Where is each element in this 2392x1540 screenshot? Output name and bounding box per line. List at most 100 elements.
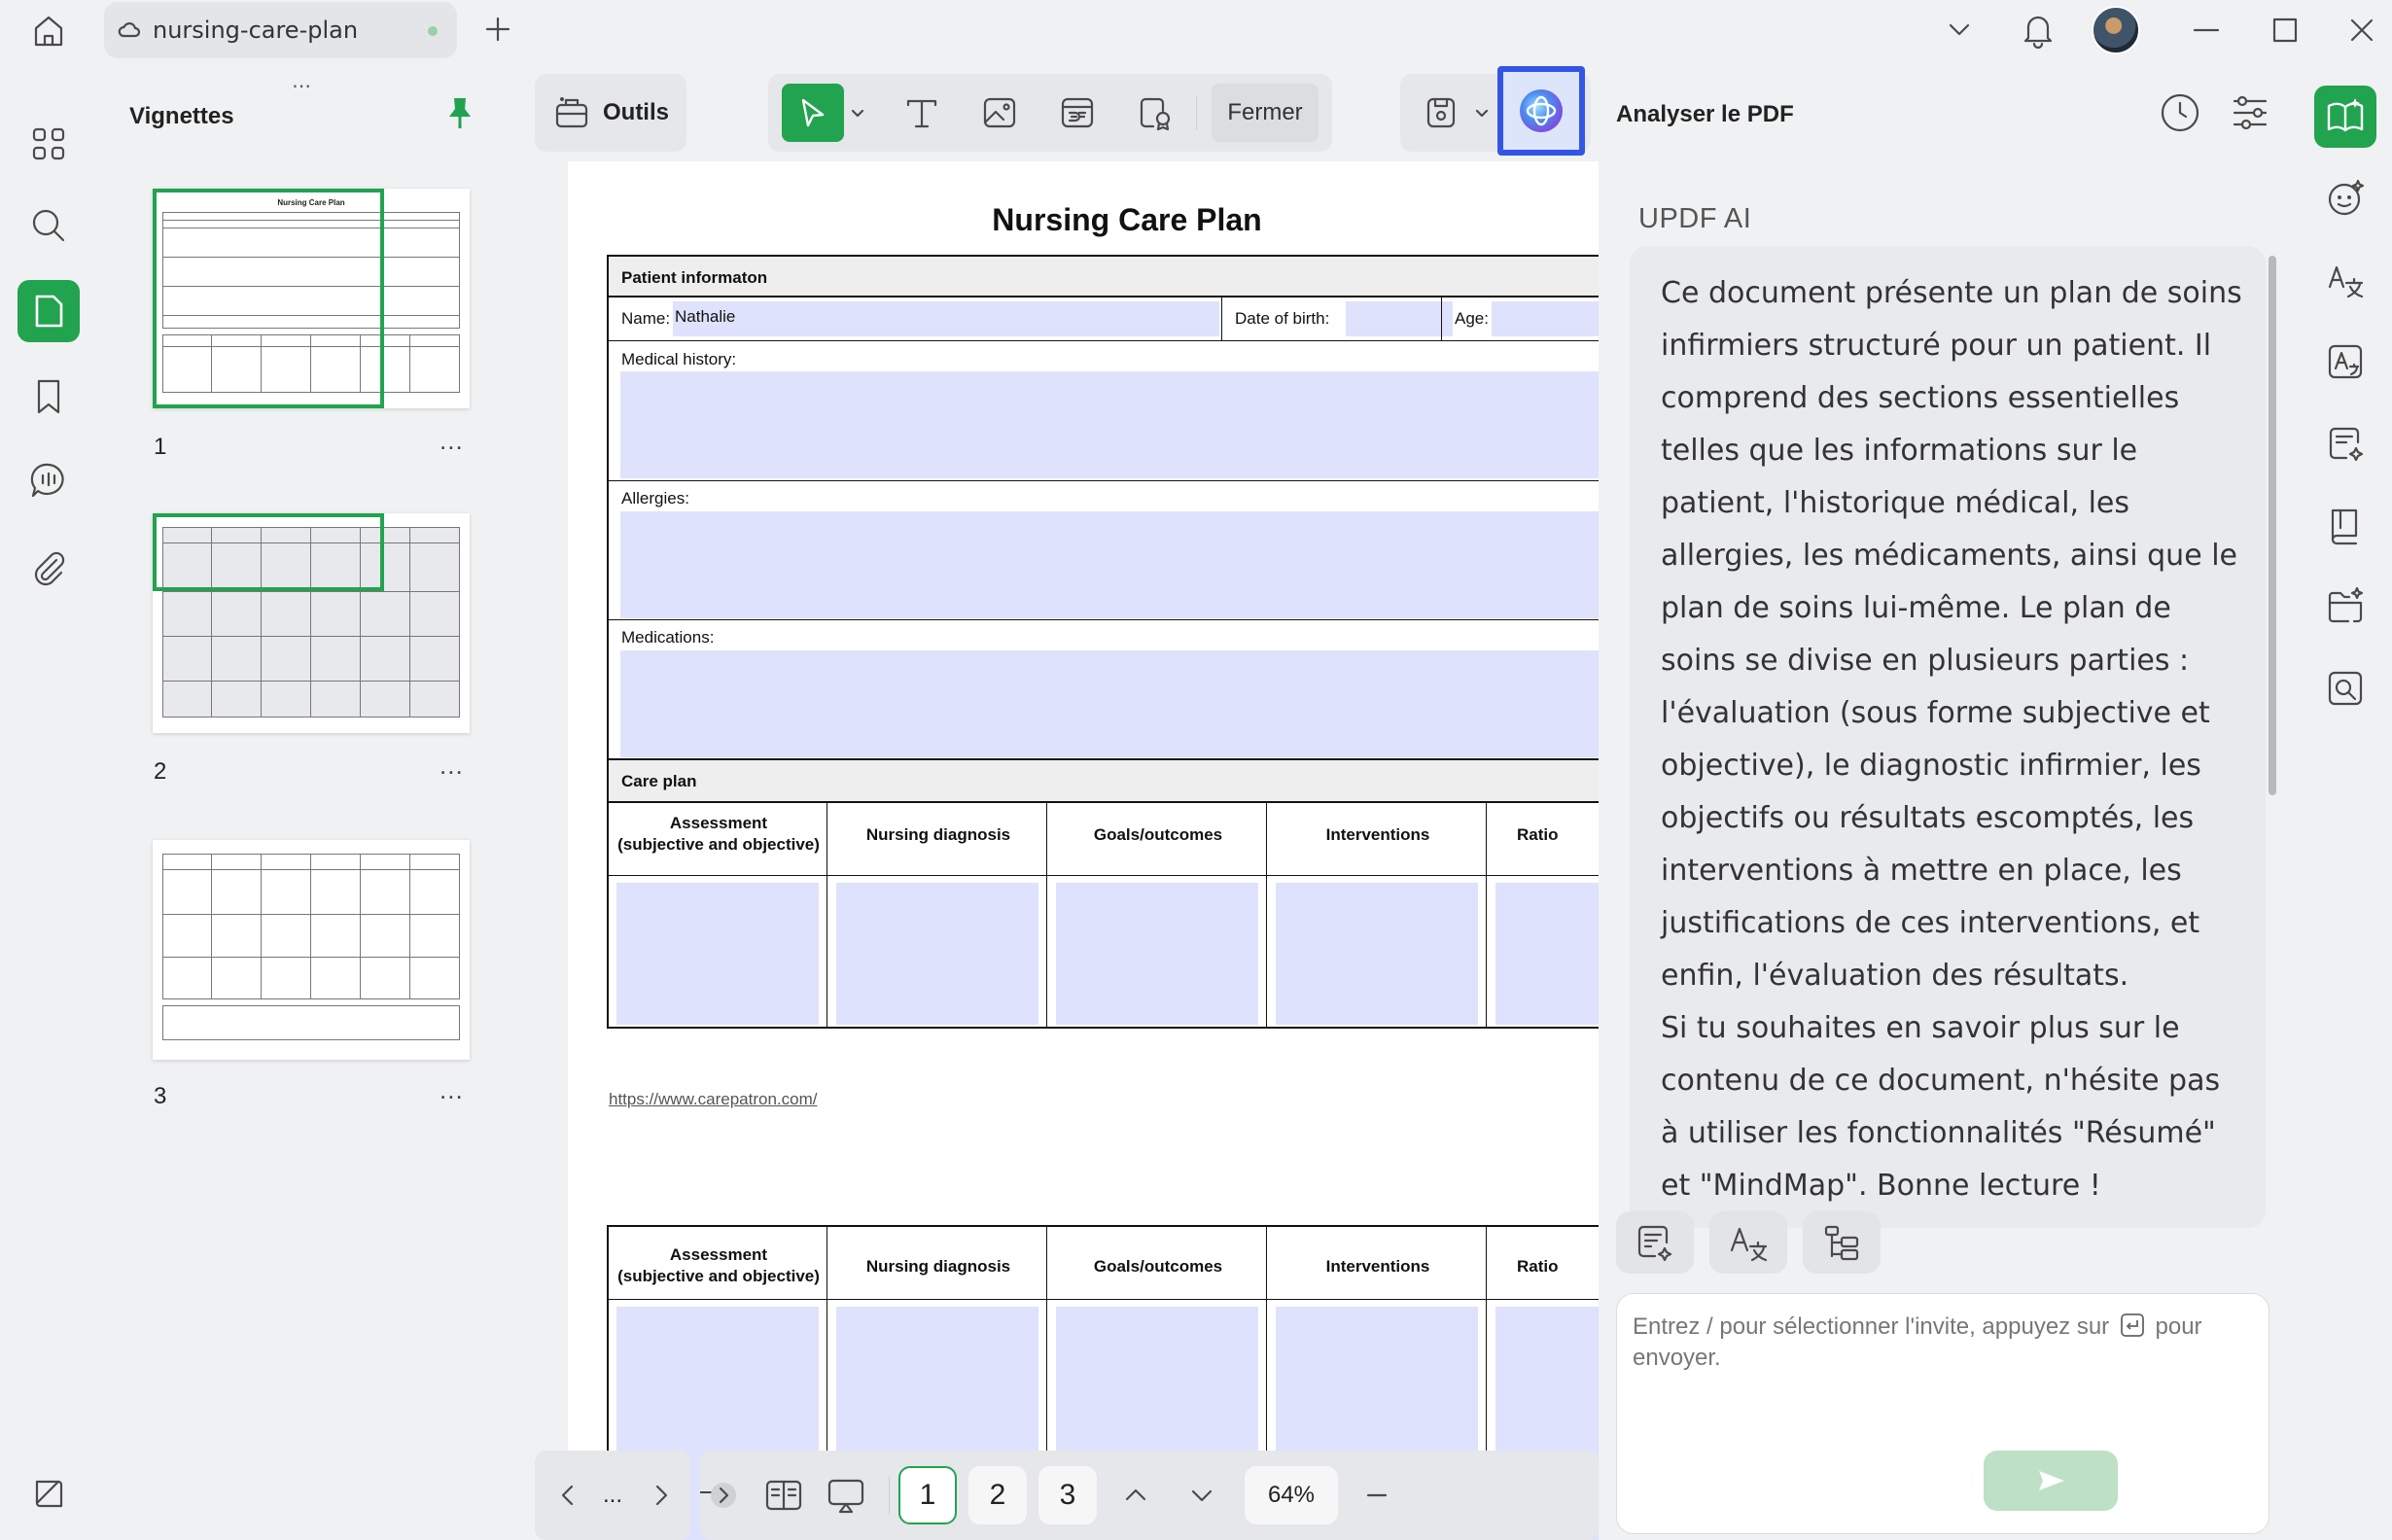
cloud-icon	[118, 22, 141, 38]
page-thumbnail-2[interactable]	[153, 513, 470, 733]
rationale-field[interactable]	[1495, 883, 1599, 1025]
ai-chat-icon[interactable]	[2314, 167, 2376, 229]
col-rationale: Ratio	[1517, 1257, 1559, 1276]
toolbox-icon	[555, 97, 588, 128]
close-window-icon[interactable]	[2345, 14, 2378, 47]
send-button[interactable]	[1984, 1451, 2118, 1511]
zoom-level[interactable]: 64%	[1245, 1466, 1338, 1524]
page-layout-button[interactable]	[755, 1466, 813, 1524]
circle-chevron-right-icon	[711, 1483, 736, 1508]
left-sidebar	[0, 66, 97, 1540]
chevron-down-icon[interactable]	[1945, 16, 1974, 45]
expand-toolbar-button[interactable]	[706, 1466, 741, 1524]
title-bar: nursing-care-plan	[0, 0, 2392, 60]
right-sidebar	[2295, 66, 2392, 1540]
chevron-right-icon	[655, 1485, 668, 1506]
reader-book-icon[interactable]	[2314, 494, 2376, 556]
document-tab[interactable]: nursing-care-plan	[104, 2, 457, 58]
ai-search-icon[interactable]	[2314, 657, 2376, 719]
translate-icon[interactable]	[2314, 249, 2376, 311]
scrollbar[interactable]	[2269, 256, 2276, 795]
age-field[interactable]	[1492, 301, 1599, 336]
translate-button[interactable]	[1709, 1211, 1787, 1274]
attachment-icon[interactable]	[18, 537, 80, 599]
minimize-icon[interactable]	[2190, 14, 2223, 47]
zoom-out-button[interactable]	[1348, 1466, 1406, 1524]
page-button-3[interactable]: 3	[1038, 1466, 1097, 1524]
name-field[interactable]	[673, 301, 1219, 336]
col-interventions: Interventions	[1325, 1257, 1430, 1276]
home-icon[interactable]	[26, 13, 71, 48]
medical-history-field[interactable]	[620, 371, 1599, 478]
mindmap-button[interactable]	[1803, 1211, 1881, 1274]
text-tool-button[interactable]	[893, 84, 951, 142]
user-avatar[interactable]	[2092, 6, 2140, 54]
apps-grid-icon[interactable]	[18, 113, 80, 175]
medications-label: Medications:	[621, 628, 715, 647]
folder-sparkle-icon[interactable]	[2314, 576, 2376, 638]
link-tool-button[interactable]	[1048, 84, 1107, 142]
viewport-indicator	[153, 189, 384, 408]
settings-sliders-icon[interactable]	[2229, 91, 2271, 134]
maximize-icon[interactable]	[2269, 14, 2302, 47]
save-button[interactable]	[1410, 84, 1472, 142]
select-tool-button[interactable]	[782, 84, 844, 142]
page-button-2[interactable]: 2	[968, 1466, 1027, 1524]
presentation-button[interactable]	[817, 1466, 875, 1524]
search-icon[interactable]	[18, 194, 80, 257]
bookmark-icon[interactable]	[18, 366, 80, 428]
select-tool-dropdown[interactable]	[844, 84, 871, 142]
watermark-tool-button[interactable]	[1126, 84, 1184, 142]
ai-summary-icon[interactable]	[2314, 412, 2376, 474]
ai-message-text: Ce document présente un plan de soins in…	[1661, 276, 2242, 993]
ai-reader-button[interactable]	[2314, 86, 2376, 148]
next-page-button[interactable]	[1173, 1466, 1231, 1524]
page-1-more-button[interactable]: ...	[440, 426, 464, 456]
page-button-1[interactable]: 1	[898, 1466, 957, 1524]
presentation-icon	[827, 1479, 864, 1514]
updf-ai-button[interactable]	[1497, 66, 1585, 156]
goals-field[interactable]	[1056, 883, 1258, 1025]
edit-tools-group: Fermer	[768, 74, 1332, 152]
panel-header: Analyser le PDF	[1616, 101, 1794, 127]
col-goals: Goals/outcomes	[1093, 825, 1223, 844]
page-2-more-button[interactable]: ...	[440, 751, 464, 781]
panel-title: Vignettes	[129, 103, 234, 129]
diagnosis-field[interactable]	[836, 883, 1038, 1025]
interventions-field[interactable]	[1276, 883, 1478, 1025]
thumb-table	[162, 854, 460, 999]
page-thumbnail-1[interactable]: Nursing Care Plan	[153, 189, 470, 408]
prompt-input[interactable]: Entrez / pour sélectionner l'invite, app…	[1616, 1293, 2269, 1534]
pdf-page-1: Nursing Care Plan Patient informaton Nam…	[568, 161, 1599, 1215]
page-thumbnail-3[interactable]	[153, 840, 470, 1060]
save-dropdown[interactable]	[1470, 84, 1494, 142]
drag-handle[interactable]: ⋯	[292, 74, 313, 98]
close-edit-button[interactable]: Fermer	[1212, 84, 1319, 142]
thumb-notes	[162, 1005, 460, 1040]
comments-icon[interactable]	[18, 449, 80, 511]
carepatron-link[interactable]: https://www.carepatron.com/	[609, 1090, 817, 1109]
summarize-button[interactable]	[1616, 1211, 1694, 1274]
assessment-field[interactable]	[616, 883, 819, 1025]
image-tool-button[interactable]	[970, 84, 1029, 142]
previous-page-button[interactable]	[1107, 1466, 1165, 1524]
medications-field[interactable]	[620, 650, 1599, 757]
pin-icon[interactable]	[445, 95, 475, 130]
thumbnails-icon[interactable]	[18, 280, 80, 342]
col-goals: Goals/outcomes	[1093, 1257, 1223, 1276]
name-label: Name:	[621, 309, 671, 328]
age-label: Age:	[1455, 309, 1489, 328]
bell-icon[interactable]	[2021, 12, 2056, 49]
forward-button[interactable]	[632, 1466, 690, 1524]
new-tab-plus-icon[interactable]	[483, 15, 512, 44]
ocr-icon[interactable]	[2314, 331, 2376, 393]
top-toolbar: Outils Fermer	[535, 66, 1599, 156]
allergies-field[interactable]	[620, 511, 1599, 618]
page-3-more-button[interactable]: ...	[440, 1075, 464, 1105]
dob-field[interactable]	[1346, 301, 1453, 336]
layers-icon[interactable]	[18, 1462, 80, 1524]
chevron-up-icon	[1125, 1488, 1146, 1501]
tools-button[interactable]: Outils	[545, 84, 677, 142]
history-icon[interactable]	[2159, 91, 2201, 134]
ai-name-label: UPDF AI	[1638, 203, 1752, 234]
